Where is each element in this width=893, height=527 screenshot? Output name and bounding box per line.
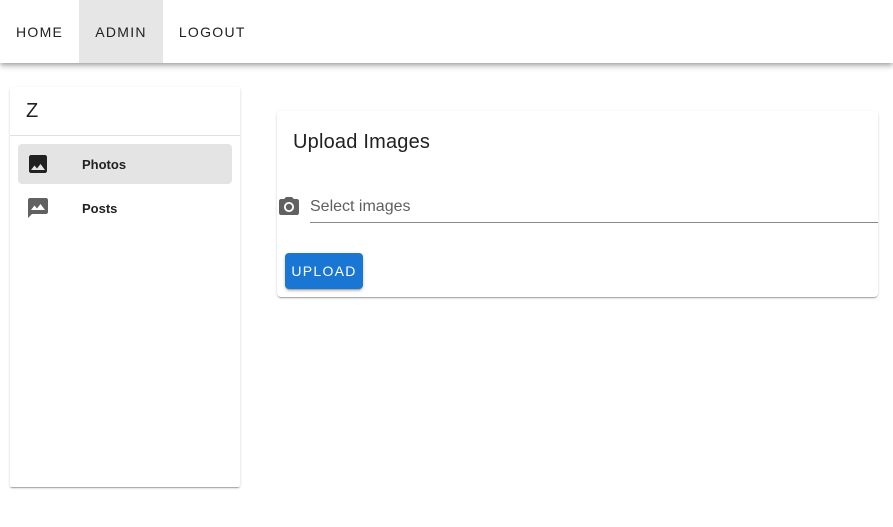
nav-home-button[interactable]: HOME (0, 0, 79, 63)
sidebar: Z Photos Posts (10, 87, 240, 487)
select-images-input[interactable]: Select images (310, 191, 878, 223)
image-icon (18, 152, 58, 176)
sidebar-list: Photos Posts (10, 136, 240, 228)
photo-album-icon (18, 196, 58, 220)
upload-card: Upload Images Select images UPLOAD (277, 111, 878, 297)
select-images-placeholder: Select images (310, 198, 411, 215)
camera-icon[interactable] (277, 195, 301, 219)
card-title: Upload Images (293, 131, 431, 153)
sidebar-title: Z (10, 87, 240, 136)
top-app-bar: HOME ADMIN LOGOUT (0, 0, 893, 63)
nav-logout-button[interactable]: LOGOUT (163, 0, 262, 63)
upload-button[interactable]: UPLOAD (285, 253, 363, 289)
sidebar-item-posts[interactable]: Posts (18, 188, 232, 228)
sidebar-item-label: Photos (82, 156, 127, 172)
sidebar-item-label: Posts (82, 200, 118, 216)
sidebar-item-photos[interactable]: Photos (18, 144, 232, 184)
nav-admin-button[interactable]: ADMIN (79, 0, 163, 63)
